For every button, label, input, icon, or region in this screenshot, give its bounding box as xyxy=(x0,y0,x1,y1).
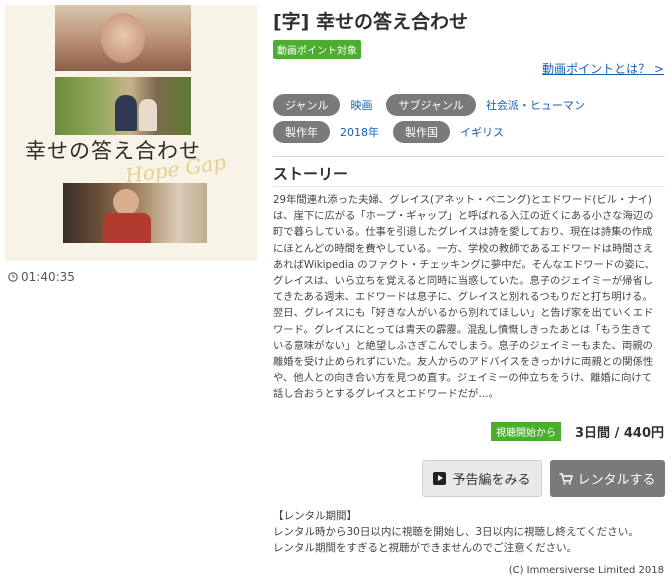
price-row: 視聴開始から 3日間 / 440円 xyxy=(491,422,664,441)
clock-icon xyxy=(8,272,18,282)
story-line: いる意味がない」と絶望しふさぎこんでしまう。息子のジェイミーもまた、両親の xyxy=(273,339,653,352)
story-line: グレイスは、いら立ちを覚えると同時に当惑していた。息子のジェイミーが帰省し xyxy=(273,275,654,288)
meta-row-year: 製作年 2018年 製作国 イギリス xyxy=(273,121,518,143)
poster-photo-woman xyxy=(55,5,191,71)
rental-period-info: 【レンタル期間】 レンタル時から30日以内に視聴を開始し、3日以内に視聴し終えて… xyxy=(273,508,639,556)
duration-text: 01:40:35 xyxy=(21,270,75,284)
story-line: は、崖下に広がる「ホープ・ギャップ」と呼ばれる入江の近くにある小さな海辺の xyxy=(273,210,654,223)
year-value-link[interactable]: 2018年 xyxy=(340,124,379,140)
subgenre-value-link[interactable]: 社会派・ヒューマン xyxy=(486,97,585,113)
story-heading: ストーリー xyxy=(273,165,349,183)
story-line: 町で暮らしている。仕事を引退したグレイスは詩を愛しており、現在は詩集の作成 xyxy=(273,226,653,239)
country-value-link[interactable]: イギリス xyxy=(460,124,504,140)
divider xyxy=(273,186,665,187)
story-line: てきたある週末、エドワードは息子に、グレイスと別れるつもりだと打ち明ける。 xyxy=(273,291,653,304)
rental-period-heading: 【レンタル期間】 xyxy=(273,510,357,522)
meta-row-genre: ジャンル 映画 サブジャンル 社会派・ヒューマン xyxy=(273,94,599,116)
rental-period-line: レンタル期間をすぎると視聴ができませんのでご注意ください。 xyxy=(273,542,578,554)
story-line: にほとんどの時間を費やしている。一方、学校の教師であるエドワードは時間さえ xyxy=(273,242,654,255)
rent-button[interactable]: レンタルする xyxy=(550,460,665,497)
watch-trailer-button[interactable]: 予告編をみる xyxy=(422,460,542,497)
genre-value-link[interactable]: 映画 xyxy=(350,97,372,113)
play-icon xyxy=(433,472,447,485)
rent-label: レンタルする xyxy=(577,473,656,488)
page-title: [字] 幸せの答え合わせ xyxy=(273,11,468,33)
point-info-link[interactable]: 動画ポイントとは？ > xyxy=(542,60,664,77)
subgenre-label: サブジャンル xyxy=(386,94,476,116)
poster-photo-man xyxy=(63,183,207,243)
rental-period-line: レンタル時から30日以内に視聴を開始し、3日以内に視聴し終えてください。 xyxy=(273,526,639,538)
copyright: (C) Immersiverse Limited 2018 xyxy=(508,565,664,576)
story-line: 話し合おうとするグレイスとエドワードだが…。 xyxy=(273,388,499,401)
country-label: 製作国 xyxy=(393,121,450,143)
viewing-start-badge: 視聴開始から xyxy=(491,422,562,441)
point-badge: 動画ポイント対象 xyxy=(273,40,361,59)
story-line: 翌日、グレイスにも「好きな人がいるから別れてほしい」と告げ家を出ていくエド xyxy=(273,307,654,320)
story-line: や、他人との向き合い方を見つめ直す。ジェイミーの仲立ちをうけ、離婚に向けて xyxy=(273,372,653,385)
year-label: 製作年 xyxy=(273,121,330,143)
story-line: 離婚を受け止められずにいた。友人からのアドバイスをきっかけに両親との関係性 xyxy=(273,356,654,369)
story-line: ワード。グレイスにとっては青天の霹靂。混乱し憤慨しきったあとは「もう生きて xyxy=(273,323,652,336)
movie-poster: 幸せの答え合わせ Hope Gap xyxy=(5,5,257,261)
cart-icon xyxy=(559,472,574,484)
story-line: 29年間連れ添った夫婦、グレイス(アネット・ベニング)とエドワード(ビル・ナイ) xyxy=(273,194,652,206)
divider xyxy=(273,156,665,157)
poster-photo-garden xyxy=(55,77,191,135)
rental-price: 3日間 / 440円 xyxy=(575,426,664,441)
genre-label: ジャンル xyxy=(273,94,341,116)
story-line: あればWikipedia のファクト・チェッキングに夢中だ。そんなエドワードの姿… xyxy=(273,258,656,271)
watch-trailer-label: 予告編をみる xyxy=(452,473,531,488)
duration: 01:40:35 xyxy=(8,270,75,284)
story-text: 29年間連れ添った夫婦、グレイス(アネット・ベニング)とエドワード(ビル・ナイ)… xyxy=(273,192,665,403)
